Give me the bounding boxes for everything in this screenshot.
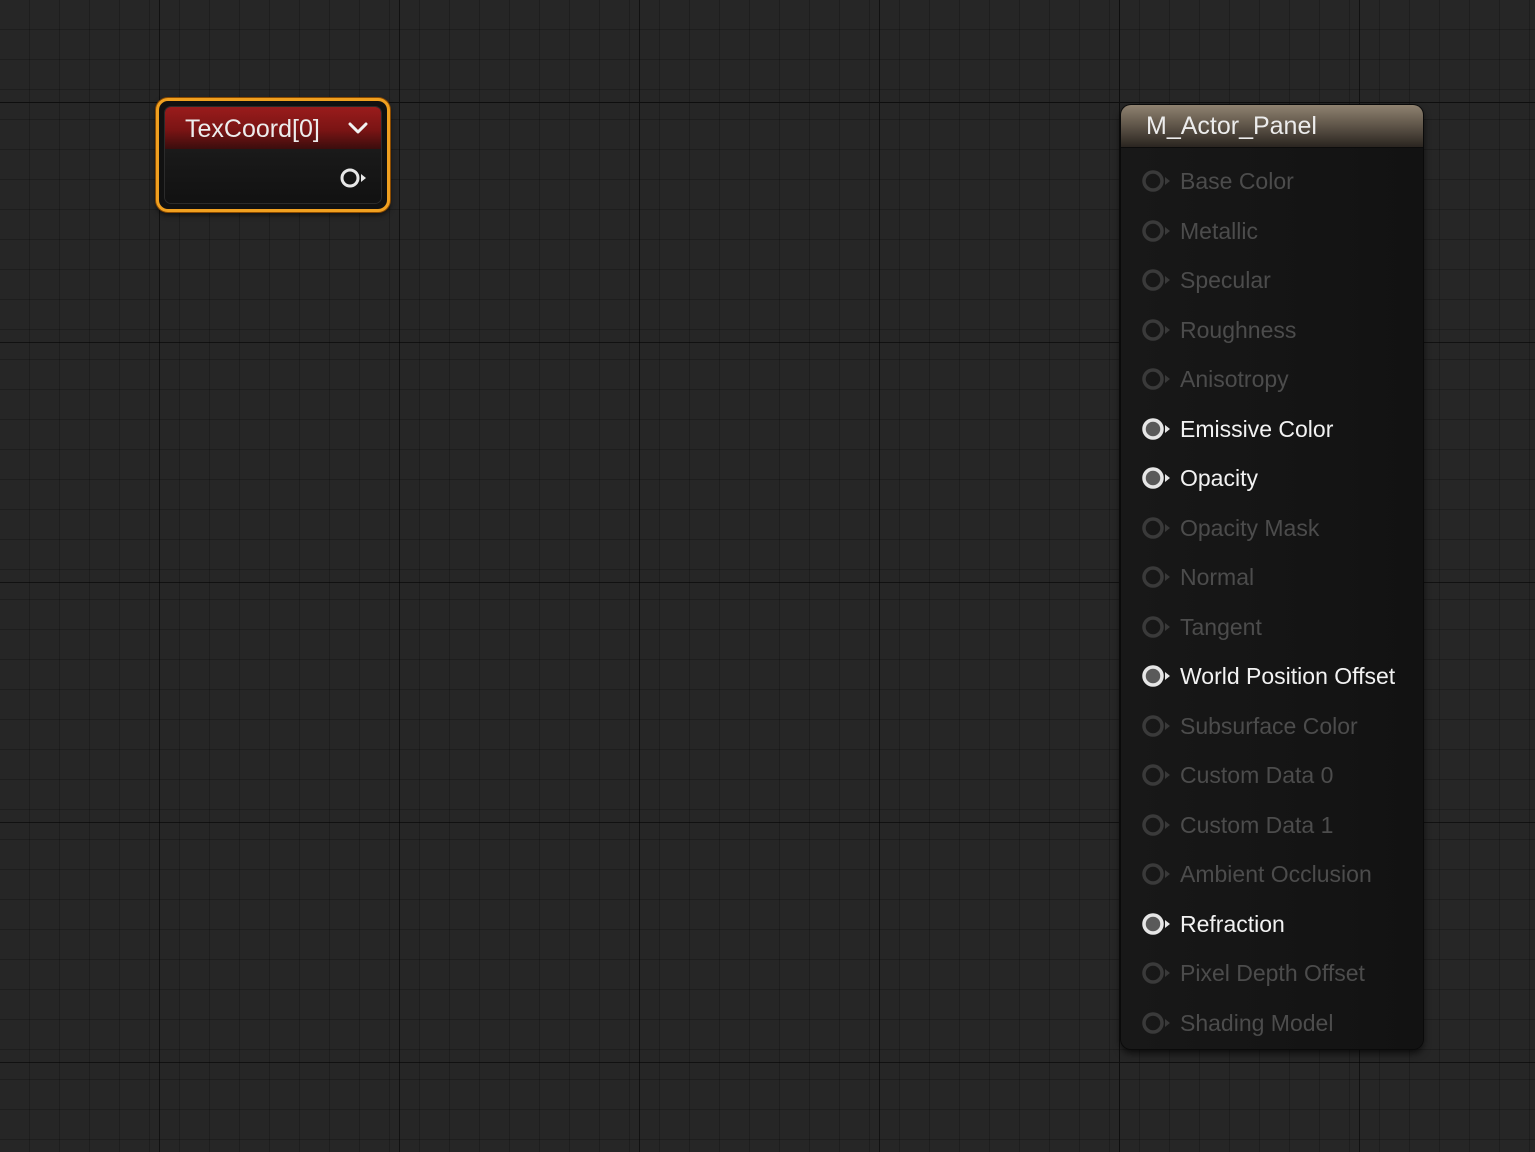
disconnected-pin-icon[interactable]	[1141, 268, 1171, 292]
connected-pin-icon[interactable]	[1141, 664, 1171, 688]
connected-pin-icon[interactable]	[1141, 912, 1171, 936]
material-input-pin[interactable]: Shading Model	[1121, 1003, 1423, 1043]
texcoord-node-title: TexCoord[0]	[185, 115, 320, 143]
material-input-pin[interactable]: World Position Offset	[1121, 656, 1423, 696]
disconnected-pin-icon[interactable]	[1141, 219, 1171, 243]
pin-label: Base Color	[1180, 168, 1294, 194]
material-input-pin[interactable]: Base Color	[1121, 161, 1423, 201]
output-pin-icon[interactable]	[339, 167, 367, 189]
material-input-pin[interactable]: Subsurface Color	[1121, 706, 1423, 746]
disconnected-pin-icon[interactable]	[1141, 615, 1171, 639]
material-input-pin[interactable]: Opacity Mask	[1121, 508, 1423, 548]
graph-canvas[interactable]: TexCoord[0] M_Actor_Panel Base Color Meta…	[0, 0, 1535, 1152]
material-input-pin[interactable]: Custom Data 0	[1121, 755, 1423, 795]
pin-label: Opacity Mask	[1180, 514, 1320, 541]
material-input-pin[interactable]: Emissive Color	[1121, 409, 1423, 449]
material-node-title: M_Actor_Panel	[1146, 112, 1317, 140]
disconnected-pin-icon[interactable]	[1141, 961, 1171, 985]
disconnected-pin-icon[interactable]	[1141, 367, 1171, 391]
texcoord-node-header[interactable]: TexCoord[0]	[165, 107, 381, 149]
material-input-pin[interactable]: Normal	[1121, 557, 1423, 597]
material-input-pin[interactable]: Refraction	[1121, 904, 1423, 944]
material-input-pin[interactable]: Pixel Depth Offset	[1121, 953, 1423, 993]
disconnected-pin-icon[interactable]	[1141, 318, 1171, 342]
material-input-pin[interactable]: Specular	[1121, 260, 1423, 300]
disconnected-pin-icon[interactable]	[1141, 169, 1171, 193]
pin-label: Opacity	[1180, 465, 1258, 491]
pin-label: Subsurface Color	[1180, 712, 1358, 739]
pin-label: Custom Data 1	[1180, 811, 1334, 838]
material-node-header[interactable]: M_Actor_Panel	[1121, 105, 1423, 148]
pin-label: Emissive Color	[1180, 415, 1334, 442]
material-input-pin[interactable]: Custom Data 1	[1121, 805, 1423, 845]
pin-label: Refraction	[1180, 910, 1285, 937]
pin-label: World Position Offset	[1180, 663, 1396, 689]
material-result-node[interactable]: M_Actor_Panel Base Color Metallic Specular…	[1121, 105, 1423, 1049]
chevron-down-icon[interactable]	[347, 119, 369, 137]
connected-pin-icon[interactable]	[1141, 466, 1171, 490]
material-input-pin[interactable]: Tangent	[1121, 607, 1423, 647]
texcoord-node-frame: TexCoord[0]	[164, 106, 382, 204]
pin-label: Shading Model	[1180, 1009, 1334, 1036]
pin-label: Tangent	[1180, 613, 1262, 640]
disconnected-pin-icon[interactable]	[1141, 862, 1171, 886]
disconnected-pin-icon[interactable]	[1141, 565, 1171, 589]
pin-label: Pixel Depth Offset	[1180, 960, 1365, 986]
material-input-pin[interactable]: Roughness	[1121, 310, 1423, 350]
disconnected-pin-icon[interactable]	[1141, 516, 1171, 540]
pin-label: Ambient Occlusion	[1180, 861, 1372, 887]
disconnected-pin-icon[interactable]	[1141, 714, 1171, 738]
pin-label: Normal	[1180, 564, 1255, 590]
pin-label: Anisotropy	[1180, 366, 1289, 392]
disconnected-pin-icon[interactable]	[1141, 1011, 1171, 1035]
material-input-pin[interactable]: Metallic	[1121, 211, 1423, 251]
origin-axis-vertical	[1119, 0, 1120, 1152]
texcoord-node[interactable]: TexCoord[0]	[156, 98, 390, 212]
connected-pin-icon[interactable]	[1141, 417, 1171, 441]
material-input-pin[interactable]: Ambient Occlusion	[1121, 854, 1423, 894]
pin-label: Custom Data 0	[1180, 762, 1334, 788]
disconnected-pin-icon[interactable]	[1141, 813, 1171, 837]
pin-label: Specular	[1180, 267, 1271, 293]
material-input-pin[interactable]: Opacity	[1121, 458, 1423, 498]
material-pin-list: Base Color Metallic Specular Roughness Aniso…	[1121, 148, 1423, 1049]
pin-label: Metallic	[1180, 217, 1258, 244]
material-input-pin[interactable]: Anisotropy	[1121, 359, 1423, 399]
texcoord-node-body	[165, 149, 381, 203]
disconnected-pin-icon[interactable]	[1141, 763, 1171, 787]
pin-label: Roughness	[1180, 316, 1297, 343]
